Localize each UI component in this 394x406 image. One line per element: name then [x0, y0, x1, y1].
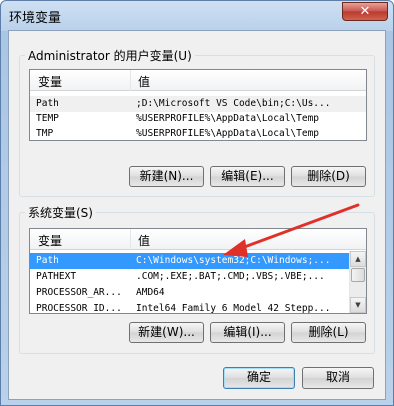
annotation-arrow-icon: [223, 203, 360, 257]
environment-variables-dialog: 环境变量 ✕ Administrator 的用户变量(U) 变量 值 Path …: [0, 0, 394, 406]
